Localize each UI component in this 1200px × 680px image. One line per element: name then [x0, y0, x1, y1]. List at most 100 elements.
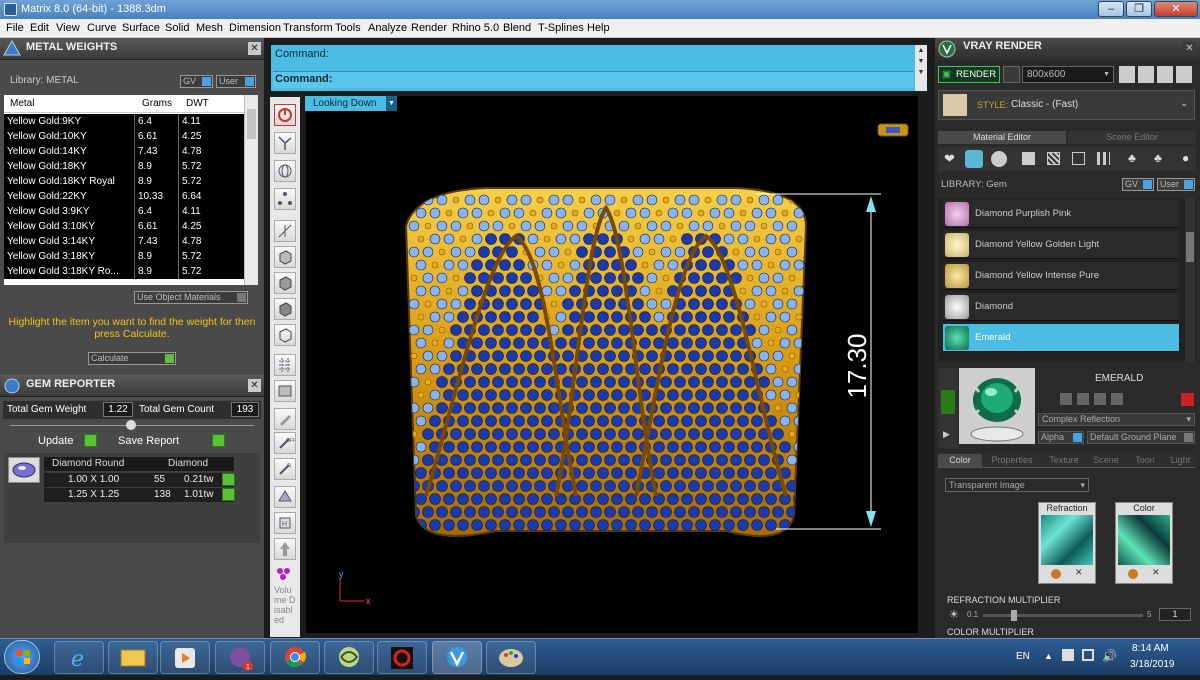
gem-slider-thumb[interactable] [126, 420, 136, 430]
tab-color[interactable]: Color [938, 454, 982, 467]
explorer-taskbar-icon[interactable] [108, 641, 158, 674]
square-icon[interactable] [1022, 152, 1035, 165]
material-tool-icon-1[interactable] [1060, 393, 1072, 405]
gem-size-row[interactable]: 1.00 X 1.00 55 0.21tw [44, 473, 235, 487]
table-row[interactable]: Yellow Gold 3:18KY 8.9 5.72 [4, 249, 244, 264]
menu-rhino[interactable]: Rhino 5.0 [452, 19, 499, 38]
ground-plane-toggle[interactable]: Default Ground Plane [1087, 431, 1195, 444]
refraction-pick-icon[interactable] [1051, 569, 1061, 579]
material-tool-icon-4[interactable] [1111, 393, 1123, 405]
table-row[interactable]: Yellow Gold:10KY 6.61 4.25 [4, 129, 244, 144]
previous-icon[interactable] [1119, 66, 1135, 83]
menu-surface[interactable]: Surface [122, 19, 160, 38]
menu-transform[interactable]: Transform [283, 19, 333, 38]
close-button[interactable]: ✕ [1154, 1, 1198, 17]
table-row[interactable]: Yellow Gold 3:14KY 7.43 4.78 [4, 234, 244, 249]
viber-taskbar-icon[interactable]: 1 [215, 641, 265, 674]
table-row[interactable]: Yellow Gold:14KY 7.43 4.78 [4, 144, 244, 159]
gem-gv-button[interactable]: GV [1122, 178, 1154, 191]
color-pick-icon[interactable] [1128, 569, 1138, 579]
menu-tools[interactable]: Tools [335, 19, 361, 38]
bulb-icon[interactable]: ● [1182, 151, 1194, 167]
vray-close-icon[interactable]: ✕ [1183, 42, 1196, 55]
menu-view[interactable]: View [56, 19, 80, 38]
tab-properties[interactable]: Properties [983, 454, 1041, 467]
restore-button[interactable]: ❐ [1126, 1, 1152, 17]
menu-file[interactable]: File [6, 19, 24, 38]
style-select[interactable]: STYLE: Classic - (Fast) ⌄ [938, 90, 1195, 120]
osnap-off-icon[interactable]: OFF [274, 432, 296, 454]
grid-icon[interactable] [274, 354, 296, 376]
tab-toon[interactable]: Toon [1126, 454, 1164, 467]
refraction-slider-thumb[interactable] [1011, 610, 1017, 621]
table-row[interactable]: Yellow Gold:22KY 10.33 6.64 [4, 189, 244, 204]
metal-gv-button[interactable]: GV [180, 75, 213, 88]
table-row[interactable]: Yellow Gold:9KY 6.4 4.11 [4, 114, 244, 129]
start-button[interactable] [4, 640, 40, 674]
material-reset-icon[interactable] [1181, 393, 1194, 406]
table-row[interactable]: Yellow Gold 3:10KY 6.61 4.25 [4, 219, 244, 234]
tab-scene[interactable]: Scene [1087, 454, 1125, 467]
power-icon[interactable] [274, 104, 296, 126]
menu-blend[interactable]: Blend [503, 19, 531, 38]
fan-icon[interactable] [274, 132, 296, 154]
sphere-icon[interactable] [991, 151, 1007, 167]
reflection-select[interactable]: Complex Reflection ▾ [1038, 413, 1195, 426]
tab-texture[interactable]: Texture [1042, 454, 1086, 467]
table-row[interactable]: Yellow Gold:18KY Royal 8.9 5.72 [4, 174, 244, 189]
command-scrollbar[interactable]: ▲ ▼ ▼ [915, 45, 927, 91]
minimize-button[interactable]: – [1098, 1, 1124, 17]
render-preview-icon[interactable] [274, 380, 296, 402]
table-row[interactable]: Yellow Gold 3:9KY 6.4 4.11 [4, 204, 244, 219]
column-header-metal[interactable]: Metal [10, 98, 34, 109]
transform-icon[interactable] [274, 486, 296, 508]
material-tool-icon-3[interactable] [1094, 393, 1106, 405]
tab-scene-editor[interactable]: Scene Editor [1068, 131, 1196, 144]
resolution-select[interactable]: 800x600 ▼ [1022, 66, 1114, 83]
checker-icon[interactable] [1097, 152, 1110, 165]
axis-icon[interactable] [274, 220, 296, 242]
flag-icon[interactable] [1062, 649, 1074, 661]
transparent-image-select[interactable]: Transparent Image ▾ [945, 478, 1089, 492]
refraction-remove-icon[interactable]: ✕ [1075, 567, 1083, 578]
menu-tsplines[interactable]: T-Splines [538, 19, 584, 38]
view-dropdown[interactable]: Looking Down ▼ [305, 96, 397, 111]
chrome-taskbar-icon[interactable] [270, 641, 320, 674]
box-front-icon[interactable] [274, 272, 296, 294]
column-header-grams[interactable]: Grams [142, 98, 172, 109]
material-list-scrollbar[interactable] [1185, 198, 1195, 362]
tab-light[interactable]: Light [1165, 454, 1196, 467]
list-item[interactable]: Diamond Purplish Pink [943, 200, 1179, 228]
language-indicator[interactable]: EN [1016, 651, 1030, 662]
update-button-label[interactable]: Update [38, 435, 73, 447]
render-settings-icon[interactable] [1003, 66, 1020, 83]
save-report-button[interactable] [212, 434, 225, 447]
osnap-r-icon[interactable]: R [274, 458, 296, 480]
menu-mesh[interactable]: Mesh [196, 19, 223, 38]
bag-plus-icon[interactable]: ♣ [1154, 151, 1170, 167]
tray-arrow-icon[interactable]: ▲ [1044, 651, 1053, 661]
refraction-swatch[interactable]: Refraction ✕ [1038, 502, 1096, 584]
arrow-up-icon[interactable] [274, 538, 296, 560]
box-wire-icon[interactable] [274, 324, 296, 346]
box-icon[interactable] [274, 246, 296, 268]
alpha-toggle[interactable]: Alpha [1038, 431, 1084, 444]
menu-analyze[interactable]: Analyze [368, 19, 407, 38]
color-swatch[interactable]: Color ✕ [1115, 502, 1173, 584]
render-button[interactable]: ▣ RENDER [938, 66, 1000, 83]
viewport[interactable]: 17.30 y x [306, 96, 930, 633]
gallery-icon[interactable] [1138, 66, 1154, 83]
color-remove-icon[interactable]: ✕ [1152, 567, 1160, 578]
save-report-button-label[interactable]: Save Report [118, 435, 179, 447]
media-player-taskbar-icon[interactable] [160, 641, 210, 674]
grid-view-icon[interactable] [1176, 66, 1192, 83]
gem-material-icon[interactable] [965, 150, 983, 168]
refraction-multiplier-value[interactable]: 1 [1159, 608, 1191, 621]
menu-help[interactable]: Help [587, 19, 610, 38]
network-tray-icon[interactable] [1082, 649, 1094, 661]
menu-edit[interactable]: Edit [30, 19, 49, 38]
gem-size-row[interactable]: 1.25 X 1.25 138 1.01tw [44, 488, 235, 502]
scrollbar-thumb[interactable] [247, 109, 256, 139]
list-icon[interactable] [1157, 66, 1173, 83]
box-side-icon[interactable] [274, 298, 296, 320]
